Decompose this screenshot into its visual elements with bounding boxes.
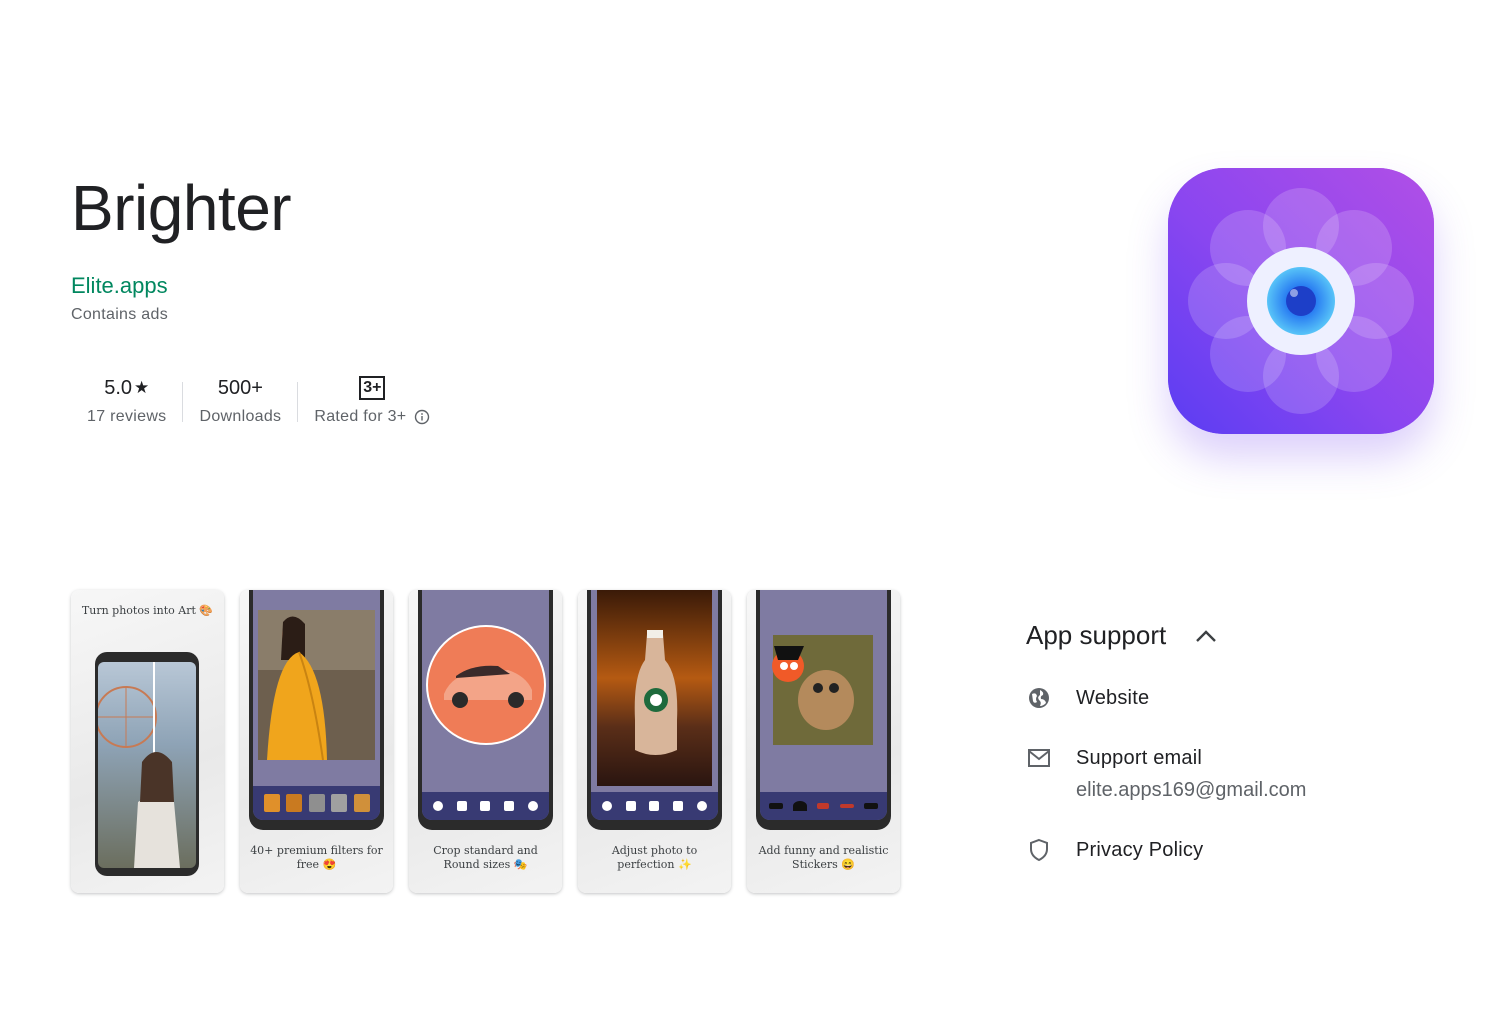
star-icon: ★ <box>134 378 150 397</box>
screenshot-caption: Crop standard and Round sizes 🎭 <box>433 844 538 871</box>
downloads-label: Downloads <box>199 408 282 425</box>
app-support-section: App support Website Support email elite.… <box>1026 620 1446 863</box>
content-rating-label: Rated for 3+ <box>314 408 407 425</box>
support-email-label: Support email <box>1076 747 1202 769</box>
phone-screen <box>422 590 549 820</box>
phone-screen <box>253 590 380 820</box>
rating-stat[interactable]: 5.0 ★ 17 reviews <box>71 372 182 426</box>
downloads-stat: 500+ Downloads <box>183 372 297 426</box>
screenshot-1[interactable]: Turn photos into Art 🎨 <box>71 590 224 893</box>
content-rating-badge: 3+ <box>359 376 386 400</box>
phone-frame <box>249 590 384 830</box>
reviews-count: 17 reviews <box>87 408 167 425</box>
phone-frame <box>418 590 553 830</box>
phone-screen <box>760 590 887 820</box>
screenshot-caption: Add funny and realistic Stickers 😄 <box>758 844 889 871</box>
screenshot-2[interactable]: 40+ premium filters for free 😍 <box>240 590 393 893</box>
screenshot-caption: Turn photos into Art 🎨 <box>81 604 214 617</box>
chevron-up-icon[interactable] <box>1192 622 1220 650</box>
phone-screen <box>591 590 718 820</box>
developer-link[interactable]: Elite.apps <box>71 272 168 300</box>
app-title: Brighter <box>71 172 292 244</box>
website-label: Website <box>1076 687 1150 709</box>
info-icon[interactable] <box>414 409 430 425</box>
editor-toolbar <box>422 792 549 820</box>
downloads-value: 500+ <box>217 376 263 399</box>
screenshot-caption: Adjust photo to perfection ✨ <box>611 844 698 871</box>
stats-row: 5.0 ★ 17 reviews 500+ Downloads 3+ Rated… <box>71 372 446 426</box>
support-privacy-policy[interactable]: Privacy Policy <box>1026 837 1446 863</box>
contains-ads-note: Contains ads <box>71 306 168 323</box>
screenshot-4[interactable]: Adjust photo to perfection ✨ <box>578 590 731 893</box>
sticker-strip <box>760 792 887 820</box>
app-icon <box>1168 168 1434 434</box>
editor-toolbar <box>591 792 718 820</box>
screenshot-5[interactable]: Add funny and realistic Stickers 😄 <box>747 590 900 893</box>
filter-strip <box>253 786 380 820</box>
screenshot-caption: 40+ premium filters for free 😍 <box>250 844 383 871</box>
phone-frame <box>587 590 722 830</box>
app-support-header[interactable]: App support <box>1026 620 1446 651</box>
screenshot-3[interactable]: Crop standard and Round sizes 🎭 <box>409 590 562 893</box>
mail-icon <box>1026 745 1052 771</box>
content-rating-stat: 3+ Rated for 3+ <box>298 372 446 426</box>
rating-value: 5.0 <box>104 376 133 399</box>
support-email-address[interactable]: elite.apps169@gmail.com <box>1076 777 1306 803</box>
support-website[interactable]: Website <box>1026 685 1446 711</box>
phone-screen <box>98 662 196 868</box>
screenshot-carousel: Turn photos into Art 🎨 40+ premium filte… <box>71 590 900 893</box>
app-details-page: Brighter Elite.apps Contains ads 5.0 ★ 1… <box>0 0 1504 1018</box>
app-support-title: App support <box>1026 620 1167 650</box>
phone-frame <box>756 590 891 830</box>
phone-frame <box>95 652 199 876</box>
support-email[interactable]: Support email elite.apps169@gmail.com <box>1026 745 1446 803</box>
globe-icon <box>1026 685 1052 711</box>
shield-icon <box>1026 837 1052 863</box>
privacy-policy-label: Privacy Policy <box>1076 839 1204 861</box>
